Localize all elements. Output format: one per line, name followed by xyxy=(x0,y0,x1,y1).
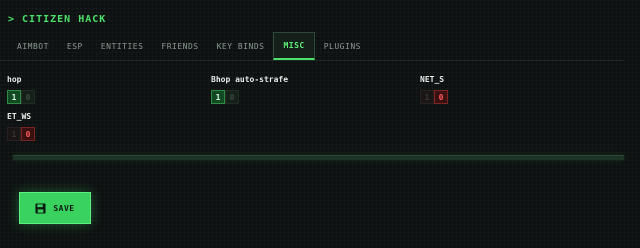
tab-entities[interactable]: ENTITIES xyxy=(92,32,153,60)
toggle-on-option[interactable]: 1 xyxy=(7,90,21,104)
section-divider xyxy=(13,155,624,160)
toggle-bhop-auto-strafe[interactable]: 1 0 xyxy=(211,90,288,104)
tab-friends[interactable]: FRIENDS xyxy=(152,32,207,60)
floppy-disk-icon xyxy=(35,202,46,214)
field-hop: hop 1 0 xyxy=(7,75,35,104)
toggle-off-option[interactable]: 0 xyxy=(21,90,35,104)
save-button[interactable]: SAVE xyxy=(19,192,91,224)
toggle-off-option[interactable]: 0 xyxy=(434,90,448,104)
field-label: Bhop auto-strafe xyxy=(211,75,289,84)
toggle-on-option[interactable]: 1 xyxy=(211,90,225,104)
toggle-off-option[interactable]: 0 xyxy=(225,90,239,104)
toggle-off-option[interactable]: 0 xyxy=(21,127,35,141)
field-bhop-auto-strafe: Bhop auto-strafe 1 0 xyxy=(211,75,288,104)
save-button-label: SAVE xyxy=(53,203,75,213)
field-label: ET_WS xyxy=(7,112,32,121)
toggle-hop[interactable]: 1 0 xyxy=(7,90,35,104)
toggle-on-option[interactable]: 1 xyxy=(7,127,21,141)
tab-plugins[interactable]: PLUGINS xyxy=(315,32,370,60)
tab-key-binds[interactable]: KEY BINDS xyxy=(208,32,274,60)
toggle-et-ws[interactable]: 1 0 xyxy=(7,127,35,141)
field-net-s: NET_S 1 0 xyxy=(420,75,448,104)
tab-esp[interactable]: ESP xyxy=(58,32,92,60)
tab-misc[interactable]: MISC xyxy=(273,32,315,60)
toggle-on-option[interactable]: 1 xyxy=(420,90,434,104)
app-title: > CITIZEN HACK xyxy=(8,14,107,25)
toggle-net-s[interactable]: 1 0 xyxy=(420,90,448,104)
field-et-ws: ET_WS 1 0 xyxy=(7,112,35,141)
field-label: NET_S xyxy=(420,75,445,84)
tab-bar: AIMBOT ESP ENTITIES FRIENDS KEY BINDS MI… xyxy=(0,32,624,61)
tab-aimbot[interactable]: AIMBOT xyxy=(0,32,58,60)
field-label: hop xyxy=(7,75,22,84)
